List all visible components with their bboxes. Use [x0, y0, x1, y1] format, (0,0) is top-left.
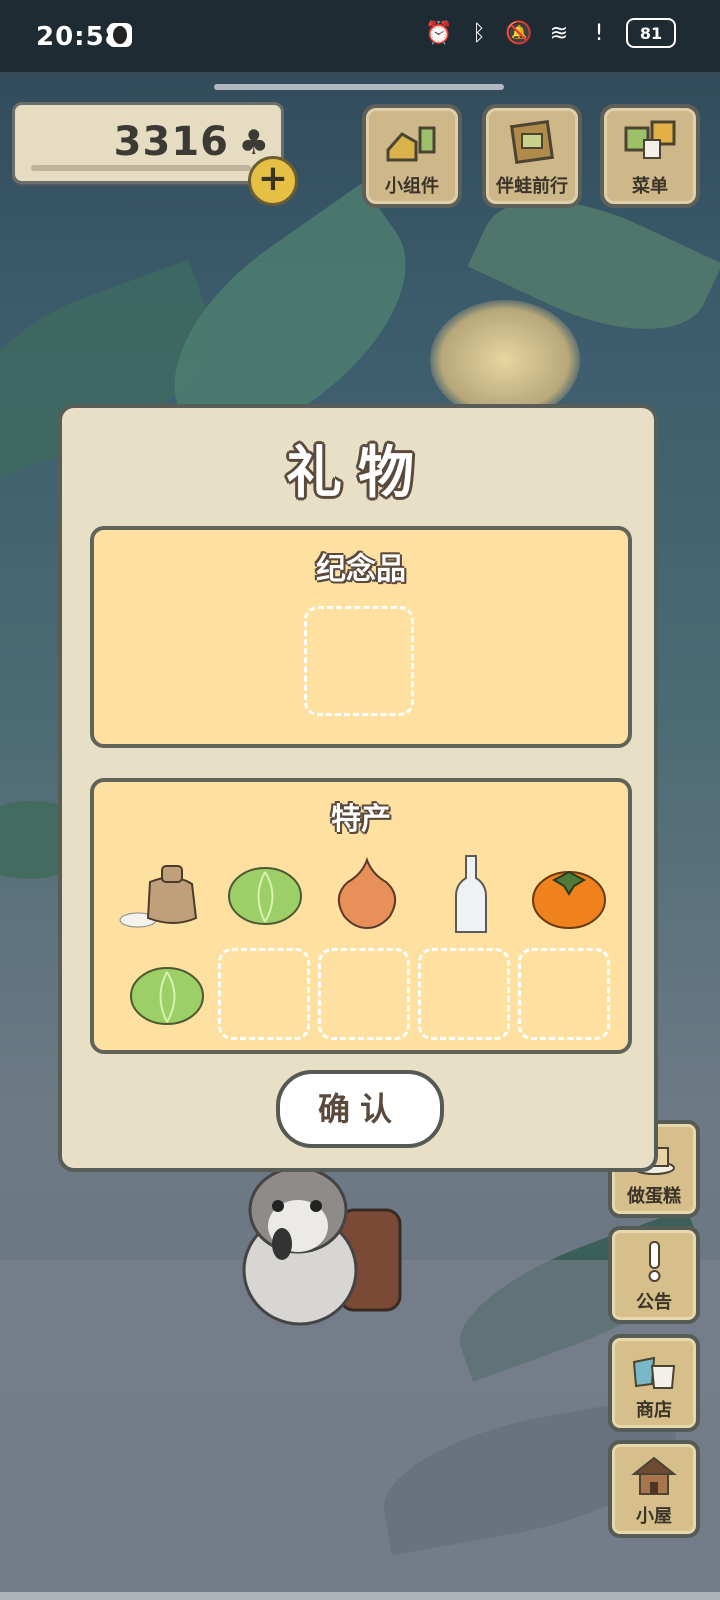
travel-book-icon [509, 120, 555, 164]
souvenir-panel: 纪念品 [90, 526, 632, 748]
travel-button[interactable]: 伴蛙前行 [482, 104, 582, 208]
specialty-panel: 特产 [90, 778, 632, 1054]
cabbage-icon[interactable] [124, 952, 210, 1038]
shop-bags-icon [632, 1356, 676, 1389]
clover-counter: 3316 ♣ [12, 102, 284, 184]
menu-tiles-icon [624, 120, 676, 159]
bluetooth-icon: ᛒ [472, 20, 486, 46]
house-button[interactable]: 小屋 [608, 1440, 700, 1538]
confirm-button[interactable]: 确认 [276, 1070, 444, 1148]
wifi-icon: ≋ [549, 20, 569, 46]
dialog-title: 礼物 [286, 441, 430, 506]
cabbage-icon[interactable] [222, 852, 308, 938]
travel-label: 伴蛙前行 [496, 176, 568, 197]
add-clover-button[interactable]: + [248, 156, 298, 206]
exclamation-icon [648, 1241, 661, 1282]
counter-underline [31, 165, 251, 171]
alert-icon: ! [594, 20, 604, 46]
notice-button[interactable]: 公告 [608, 1226, 700, 1324]
house-label: 小屋 [636, 1506, 672, 1527]
mute-icon: 🔕 [505, 20, 533, 46]
clover-amount: 3316 [113, 119, 229, 165]
persimmon-icon[interactable] [526, 852, 612, 938]
notice-label: 公告 [636, 1292, 672, 1313]
widget-icon [386, 126, 436, 162]
specialty-slot-empty[interactable] [518, 948, 610, 1040]
drag-handle[interactable] [214, 84, 504, 90]
rice-sack-icon[interactable] [118, 852, 204, 938]
house-icon [631, 1456, 677, 1495]
souvenir-slot-empty[interactable] [304, 606, 414, 716]
onion-icon[interactable] [324, 852, 410, 938]
widget-label: 小组件 [385, 176, 439, 197]
menu-label: 菜单 [632, 176, 668, 197]
widget-button[interactable]: 小组件 [362, 104, 462, 208]
bottle-icon[interactable] [428, 852, 514, 938]
menu-button[interactable]: 菜单 [600, 104, 700, 208]
alarm-icon: ⏰ [425, 20, 453, 46]
specialty-slot-empty[interactable] [218, 948, 310, 1040]
make-cake-label: 做蛋糕 [627, 1186, 681, 1207]
specialty-title: 特产 [331, 802, 391, 837]
specialty-slot-empty[interactable] [318, 948, 410, 1040]
lantern-glow [430, 300, 580, 420]
qq-notification-icon [108, 23, 132, 47]
gift-dialog: 礼物 纪念品 特产 确认 [58, 404, 658, 1172]
specialty-slot-empty[interactable] [418, 948, 510, 1040]
souvenir-title: 纪念品 [316, 552, 406, 587]
shop-label: 商店 [636, 1400, 672, 1421]
battery-indicator: 81 [626, 18, 676, 48]
status-bar: 20:58 ⏰ ᛒ 🔕 ≋ ! 81 [0, 0, 720, 72]
shop-button[interactable]: 商店 [608, 1334, 700, 1432]
hamster-character [242, 1166, 402, 1326]
